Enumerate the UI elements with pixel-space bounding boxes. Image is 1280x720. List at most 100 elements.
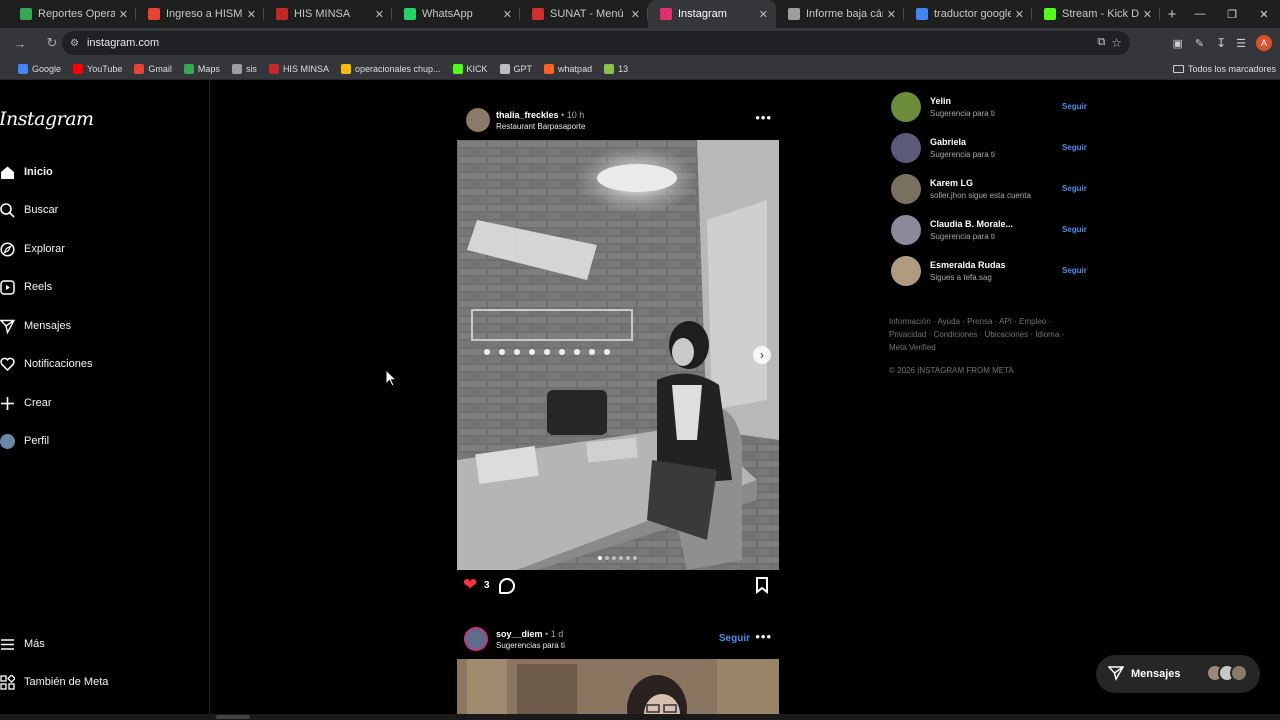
tab-close-icon[interactable]: ✕ — [631, 8, 640, 21]
compass-icon — [0, 241, 18, 257]
sidebar-item-mensajes[interactable]: Mensajes — [0, 316, 71, 336]
bookmark-label: whatpad — [558, 63, 593, 74]
bookmark-item[interactable]: 13 — [604, 63, 628, 74]
sidebar-item-inicio[interactable]: Inicio — [0, 162, 53, 182]
tab-close-icon[interactable]: ✕ — [759, 8, 768, 21]
browser-tab[interactable]: Reportes Operacionales ✕ — [8, 0, 136, 28]
bookmark-item[interactable]: KICK — [452, 63, 488, 74]
browser-tab[interactable]: Informe baja cámara ✕ — [776, 0, 904, 28]
suggestion-avatar[interactable] — [891, 133, 921, 163]
post2-image[interactable] — [457, 659, 779, 720]
media-icon[interactable]: ☰ — [1236, 37, 1246, 50]
suggestion-name[interactable]: Claudia B. Morale... — [930, 219, 1013, 229]
like-heart-icon[interactable]: ❤ — [463, 575, 477, 595]
address-bar[interactable]: ⚙ instagram.com ⧉ ☆ — [62, 31, 1130, 55]
suggestion-name[interactable]: Gabriela — [930, 137, 966, 147]
bookmark-item[interactable]: Maps — [183, 63, 220, 74]
tab-close-icon[interactable]: ✕ — [1015, 8, 1024, 21]
suggestion-name[interactable]: Esmeralda Rudas — [930, 260, 1006, 270]
install-app-icon[interactable]: ⧉ — [1097, 36, 1105, 50]
post-options-icon[interactable]: ••• — [755, 110, 772, 125]
scrollbar-thumb[interactable] — [216, 715, 250, 719]
suggestion-avatar[interactable] — [891, 215, 921, 245]
bookmark-item[interactable]: Gmail — [134, 63, 172, 74]
tab-search-icon[interactable]: ▣ — [1172, 37, 1182, 50]
browser-tab[interactable]: Stream - Kick Dashbo ✕ — [1032, 0, 1160, 28]
post-image[interactable]: › — [457, 140, 779, 570]
browser-tab[interactable]: Ingreso a HISMINSA ✕ — [136, 0, 264, 28]
sidebar-item-label: Inicio — [24, 166, 53, 178]
bookmark-item[interactable]: GPT — [499, 63, 532, 74]
suggestion-name[interactable]: Karem LG — [930, 178, 973, 188]
tab-close-icon[interactable]: ✕ — [247, 8, 256, 21]
bookmark-item[interactable]: whatpad — [544, 63, 593, 74]
sidebar-bottom-item[interactable]: También de Meta — [0, 672, 108, 692]
tab-close-icon[interactable]: ✕ — [119, 8, 128, 21]
tab-close-icon[interactable]: ✕ — [887, 8, 896, 21]
all-bookmarks[interactable]: Todos los marcadores — [1172, 64, 1280, 74]
tab-favicon-icon — [276, 8, 288, 20]
post2-follow-button[interactable]: Seguir — [719, 633, 750, 644]
minimize-button[interactable]: — — [1184, 0, 1216, 28]
site-info-icon[interactable]: ⚙ — [70, 38, 79, 49]
carousel-next-button[interactable]: › — [753, 346, 771, 364]
suggestion-reason: soller.jhon sigue esta cuenta — [930, 191, 1031, 200]
post2-options-icon[interactable]: ••• — [755, 629, 772, 644]
instagram-logo[interactable]: Instagram — [0, 108, 94, 130]
restore-button[interactable]: ❐ — [1216, 0, 1248, 28]
new-tab-button[interactable]: + — [1160, 0, 1184, 28]
browser-tab[interactable]: WhatsApp ✕ — [392, 0, 520, 28]
post-header-2: soy__diem • 1 d Sugerencias para ti Segu… — [456, 620, 780, 656]
post-username[interactable]: thalia_freckles • 10 h — [496, 110, 584, 120]
reload-button[interactable]: ↻ — [40, 31, 64, 55]
close-window-button[interactable]: ✕ — [1248, 0, 1280, 28]
bookmark-item[interactable]: sis — [231, 63, 257, 74]
follow-button[interactable]: Seguir — [1062, 225, 1087, 234]
follow-button[interactable]: Seguir — [1062, 266, 1087, 275]
suggestion-avatar[interactable] — [891, 92, 921, 122]
suggestion-avatar[interactable] — [891, 256, 921, 286]
sidebar-item-perfil[interactable]: Perfil — [0, 431, 49, 451]
sidebar-item-reels[interactable]: Reels — [0, 277, 52, 297]
extensions-icon[interactable]: ✎ — [1195, 37, 1204, 50]
browser-tab[interactable]: Instagram ✕ — [648, 0, 776, 28]
bookmark-star-icon[interactable]: ☆ — [1111, 36, 1122, 50]
follow-button[interactable]: Seguir — [1062, 184, 1087, 193]
carousel-dot — [633, 556, 637, 560]
suggestion-avatar[interactable] — [891, 174, 921, 204]
post2-avatar[interactable] — [464, 627, 488, 651]
tab-title: HIS MINSA — [294, 8, 351, 20]
like-count[interactable]: 3 — [484, 580, 490, 591]
sidebar-item-buscar[interactable]: Buscar — [0, 200, 58, 220]
heart-icon — [0, 357, 18, 372]
bookmark-item[interactable]: YouTube — [73, 63, 122, 74]
post-location[interactable]: Restaurant Barpasaporte — [496, 122, 585, 131]
post2-username[interactable]: soy__diem • 1 d — [496, 629, 563, 639]
browser-tab[interactable]: HIS MINSA ✕ — [264, 0, 392, 28]
forward-button[interactable]: → — [8, 31, 32, 55]
suggestion-name[interactable]: Yelin — [930, 96, 951, 106]
sidebar-bottom-item[interactable]: Más — [0, 634, 45, 654]
horizontal-scrollbar[interactable] — [0, 714, 1280, 720]
bookmark-item[interactable]: HIS MINSA — [268, 63, 329, 74]
messages-pill[interactable]: Mensajes — [1096, 655, 1260, 693]
post-avatar[interactable] — [466, 108, 490, 132]
downloads-icon[interactable]: ↧ — [1216, 36, 1226, 50]
suggestion-reason: Sugerencia para ti — [930, 232, 995, 241]
browser-tab[interactable]: SUNAT - Menú SOL ✕ — [520, 0, 648, 28]
tab-close-icon[interactable]: ✕ — [503, 8, 512, 21]
footer-links[interactable]: Información · Ayuda · Prensa · API · Emp… — [889, 315, 1079, 354]
browser-tab[interactable]: traductor google - Bu ✕ — [904, 0, 1032, 28]
save-bookmark-icon[interactable] — [755, 577, 769, 599]
sidebar-item-crear[interactable]: Crear — [0, 393, 52, 413]
tab-close-icon[interactable]: ✕ — [375, 8, 384, 21]
sidebar-item-notificaciones[interactable]: Notificaciones — [0, 354, 92, 374]
profile-avatar[interactable]: A — [1256, 35, 1272, 51]
bookmark-item[interactable]: Google — [18, 63, 61, 74]
comment-icon[interactable] — [499, 578, 515, 594]
follow-button[interactable]: Seguir — [1062, 102, 1087, 111]
tab-close-icon[interactable]: ✕ — [1143, 8, 1152, 21]
sidebar-item-explorar[interactable]: Explorar — [0, 239, 65, 259]
follow-button[interactable]: Seguir — [1062, 143, 1087, 152]
bookmark-item[interactable]: operacionales chup... — [340, 63, 441, 74]
